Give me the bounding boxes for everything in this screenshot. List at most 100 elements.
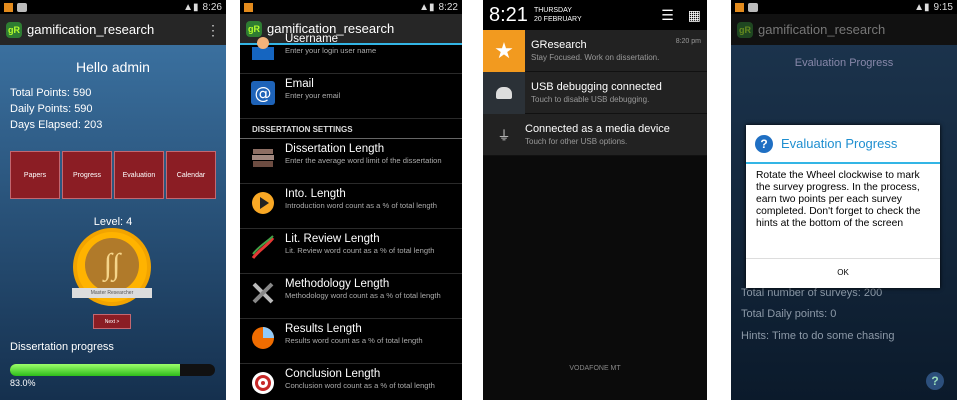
signal-icon: ▲▮ <box>183 1 199 13</box>
setting-username[interactable]: Username Enter your login user name <box>240 29 462 74</box>
clock: 9:15 <box>933 1 953 13</box>
app-title: gamification_research <box>27 22 155 37</box>
dissertation-progress-bar <box>10 364 215 376</box>
android-icon <box>748 2 758 12</box>
setting-dissertation-length[interactable]: Dissertation Length Enter the average wor… <box>240 139 462 184</box>
setting-subtitle: Enter your email <box>285 91 341 100</box>
setting-subtitle: Enter your login user name <box>285 46 377 55</box>
pie-icon <box>252 327 274 349</box>
notification-header: 8:21 THURSDAY 20 FEBRUARY ☰ ▦ <box>483 0 707 30</box>
status-bar: ▲▮ 9:15 <box>731 0 957 14</box>
greeting: Hello admin <box>76 59 150 75</box>
setting-subtitle: Methodology word count as a % of total l… <box>285 291 441 300</box>
clock: 8:21 <box>489 3 528 26</box>
android-icon <box>17 2 27 12</box>
ok-button[interactable]: OK <box>746 258 940 286</box>
setting-subtitle: Conclusion word count as a % of total le… <box>285 381 435 390</box>
setting-subtitle: Enter the average word limit of the diss… <box>285 156 442 165</box>
phone-home-screen: ▲▮ 8:26 gR gamification_research ⋮ Hello … <box>0 0 226 400</box>
notification-icon <box>4 2 13 12</box>
android-icon <box>483 71 525 114</box>
quick-settings-icon[interactable]: ▦ <box>688 7 701 24</box>
play-icon <box>252 192 274 214</box>
progress-percent: 83.0% <box>10 378 36 388</box>
setting-title: Conclusion Length <box>285 368 381 380</box>
notification-icon <box>244 2 253 12</box>
setting-title: Methodology Length <box>285 278 390 290</box>
total-daily-points: Total Daily points: 0 <box>741 308 837 320</box>
status-bar: ▲▮ 8:22 <box>240 0 462 14</box>
date: THURSDAY 20 FEBRUARY <box>534 6 582 24</box>
notification-time: 8:20 pm <box>675 38 701 45</box>
notification-subtitle: Touch to disable USB debugging. <box>531 95 650 104</box>
usb-icon: ⏚ <box>497 128 511 143</box>
setting-subtitle: Results word count as a % of total lengt… <box>285 336 423 345</box>
total-points: Total Points: 590 <box>10 87 92 99</box>
notification-subtitle: Stay Focused. Work on dissertation. <box>531 53 660 62</box>
setting-title: Into. Length <box>285 188 346 200</box>
calendar-button[interactable]: Calendar <box>166 151 216 199</box>
action-bar: gR gamification_research <box>731 14 957 45</box>
setting-title: Email <box>285 78 314 90</box>
user-icon <box>252 37 274 60</box>
clock: 8:26 <box>202 1 222 13</box>
notification-title: USB debugging connected <box>531 81 662 93</box>
notification-gresearch[interactable]: ★ GResearch Stay Focused. Work on disser… <box>483 29 707 72</box>
overflow-menu-icon[interactable]: ⋮ <box>206 23 220 37</box>
clear-all-icon[interactable]: ☰ <box>661 7 674 24</box>
email-icon: @ <box>251 81 275 105</box>
main-buttons: Papers Progress Evaluation Calendar <box>10 151 216 199</box>
dialog-title: Evaluation Progress <box>781 136 898 151</box>
books-icon <box>252 149 274 167</box>
dialog-header: ? Evaluation Progress <box>746 125 940 164</box>
signal-icon: ▲▮ <box>419 1 435 13</box>
help-icon[interactable]: ? <box>926 372 944 390</box>
evaluation-button[interactable]: Evaluation <box>114 151 164 199</box>
daily-points: Daily Points: 590 <box>10 103 93 115</box>
level-label: Level: 4 <box>93 216 133 228</box>
setting-methodology-length[interactable]: Methodology Length Methodology word count… <box>240 274 462 319</box>
phone-notification-shade: 8:21 THURSDAY 20 FEBRUARY ☰ ▦ ★ GResearc… <box>483 0 707 400</box>
notification-subtitle: Touch for other USB options. <box>525 137 628 146</box>
app-logo-icon: gR <box>6 21 22 38</box>
next-button[interactable]: Next > <box>93 314 131 329</box>
setting-title: Lit. Review Length <box>285 233 380 245</box>
progress-title: Dissertation progress <box>10 341 114 353</box>
stats: Total Points: 590 Daily Points: 590 Days… <box>10 85 226 133</box>
badge-label: Master Researcher <box>72 288 152 298</box>
status-bar: ▲▮ 8:26 <box>0 0 226 14</box>
setting-subtitle: Introduction word count as a % of total … <box>285 201 437 210</box>
papers-button[interactable]: Papers <box>10 151 60 199</box>
screen-title: Evaluation Progress <box>794 57 894 69</box>
day-label: THURSDAY <box>533 7 572 14</box>
target-icon <box>252 372 274 394</box>
app-title: gamification_research <box>758 22 886 37</box>
setting-title: Results Length <box>285 323 362 335</box>
tools-icon <box>252 282 274 304</box>
app-logo-icon: gR <box>737 21 753 38</box>
action-bar: gR gamification_research ⋮ <box>0 14 226 45</box>
progress-button[interactable]: Progress <box>62 151 112 199</box>
notification-usb-debugging[interactable]: USB debugging connected Touch to disable… <box>483 71 707 114</box>
setting-conclusion-length[interactable]: Conclusion Length Conclusion word count a… <box>240 364 462 400</box>
star-icon: ★ <box>483 29 525 72</box>
clock: 8:22 <box>438 1 458 13</box>
date-label: 20 FEBRUARY <box>533 16 582 23</box>
setting-title: Dissertation Length <box>285 143 385 155</box>
setting-title: Username <box>285 33 339 45</box>
setting-subtitle: Lit. Review word count as a % of total l… <box>285 246 435 255</box>
setting-intro-length[interactable]: Into. Length Introduction word count as a… <box>240 184 462 229</box>
total-surveys: Total number of surveys: 200 <box>741 287 883 299</box>
notification-media-device[interactable]: ⏚ Connected as a media device Touch for … <box>483 114 707 156</box>
question-icon: ? <box>755 134 773 153</box>
hints-text: Hints: Time to do some chasing <box>741 330 895 342</box>
setting-lit-review-length[interactable]: Lit. Review Length Lit. Review word count… <box>240 229 462 274</box>
svg-text:@: @ <box>255 84 272 104</box>
notification-title: GResearch <box>531 39 587 51</box>
setting-results-length[interactable]: Results Length Results word count as a % … <box>240 319 462 364</box>
section-header: DISSERTATION SETTINGS <box>240 119 462 139</box>
dialog-body: Rotate the Wheel clockwise to mark the s… <box>756 170 921 229</box>
setting-email[interactable]: @ Email Enter your email <box>240 74 462 119</box>
days-elapsed: Days Elapsed: 203 <box>10 119 103 131</box>
phone-settings-screen: ▲▮ 8:22 gR gamification_research Username… <box>240 0 462 400</box>
